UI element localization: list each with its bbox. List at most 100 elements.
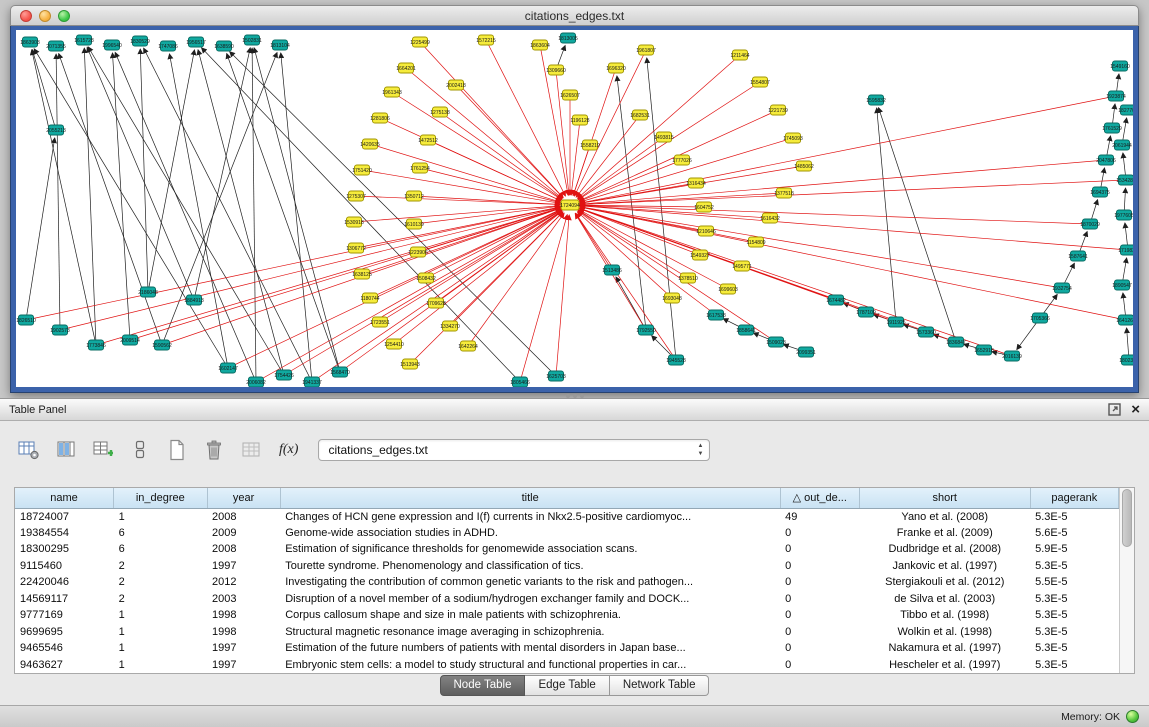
graph-node[interactable]: 1805466 [510, 377, 530, 387]
graph-node[interactable]: 1792550 [636, 325, 656, 335]
graph-node[interactable]: 1196128 [570, 115, 589, 125]
function-builder-icon[interactable]: f(x) [279, 442, 298, 458]
graph-node[interactable]: 1863604 [530, 40, 550, 50]
graph-node[interactable]: 1813005 [558, 33, 578, 43]
graph-node[interactable]: 1827703 [1118, 105, 1133, 115]
graph-edge[interactable] [556, 215, 569, 376]
graph-edge[interactable] [140, 49, 148, 292]
graph-edge[interactable] [580, 96, 1116, 203]
table-selector-dropdown[interactable]: citations_edges.txt ▲▼ [318, 439, 710, 461]
graph-node[interactable]: 1945528 [666, 355, 686, 365]
graph-node[interactable]: 1225499 [410, 37, 430, 47]
graph-node[interactable]: 1275307 [346, 191, 366, 201]
graph-edge[interactable] [130, 208, 560, 340]
graph-edge[interactable] [112, 53, 130, 340]
graph-node[interactable]: 1719832 [1118, 245, 1133, 255]
graph-node[interactable]: 1923874 [1106, 91, 1126, 101]
table-row[interactable]: 977716911998Corpus callosum shape and si… [15, 607, 1119, 624]
graph-edge[interactable] [580, 138, 793, 202]
graph-edge[interactable] [202, 48, 520, 382]
graph-edge[interactable] [580, 207, 1062, 288]
graph-edge[interactable] [256, 210, 561, 382]
memory-status-icon[interactable] [1126, 710, 1139, 723]
graph-node[interactable]: 1694375 [1090, 187, 1110, 197]
graph-node[interactable]: 1306772 [346, 243, 366, 253]
network-canvas[interactable]: 1724094122549916642011961343128180614206… [16, 30, 1133, 387]
graph-node[interactable]: 1350712 [404, 191, 424, 201]
column-header-year[interactable]: year [207, 488, 280, 508]
graph-edge[interactable] [576, 213, 676, 360]
graph-node[interactable]: 1761529 [1102, 123, 1122, 133]
graph-node[interactable]: 1641260 [1116, 315, 1133, 325]
scrollbar-thumb[interactable] [1122, 489, 1132, 547]
graph-node[interactable]: 1996540 [102, 40, 122, 50]
graph-node[interactable]: 1602147 [218, 363, 238, 373]
graph-node[interactable]: 1890547 [1112, 280, 1132, 290]
graph-node[interactable]: 1558219 [580, 140, 600, 150]
zoom-window-icon[interactable] [58, 10, 70, 22]
graph-node[interactable]: 1420635 [360, 139, 380, 149]
table-row[interactable]: 1872400712008Changes of HCN gene express… [15, 508, 1119, 525]
graph-node[interactable]: 1773846 [86, 340, 106, 350]
graph-edge[interactable] [34, 49, 228, 368]
graph-node[interactable]: 1549160 [1110, 61, 1130, 71]
graph-node[interactable]: 1549327 [690, 250, 710, 260]
graph-node[interactable]: 2016139 [1002, 351, 1022, 361]
column-header-short[interactable]: short [859, 488, 1030, 508]
graph-node[interactable]: 1777026 [672, 155, 692, 165]
add-rows-icon[interactable] [90, 438, 116, 462]
tab-edge-table[interactable]: Edge Table [525, 675, 609, 696]
graph-edge[interactable] [580, 180, 1126, 205]
graph-edge[interactable] [428, 140, 561, 201]
graph-edge[interactable] [356, 196, 560, 205]
graph-node[interactable]: 1493815 [654, 132, 674, 142]
graph-node[interactable]: 1830529 [130, 36, 150, 46]
graph-edge[interactable] [88, 47, 284, 375]
column-header-pagerank[interactable]: pagerank [1030, 488, 1118, 508]
graph-node[interactable]: 1863903 [20, 37, 40, 47]
graph-node[interactable]: 1309660 [546, 65, 566, 75]
graph-edge[interactable] [420, 42, 563, 198]
graph-edge[interactable] [556, 70, 569, 195]
table-row[interactable]: 1456911722003Disruption of a novel membe… [15, 591, 1119, 608]
show-columns-icon[interactable] [53, 438, 79, 462]
graph-node[interactable]: 1836847 [946, 337, 966, 347]
table-row[interactable]: 946554611997Estimation of the future num… [15, 640, 1119, 657]
graph-edge[interactable] [571, 120, 580, 195]
graph-edge[interactable] [252, 48, 256, 382]
graph-edge[interactable] [879, 108, 956, 342]
graph-node[interactable]: 1693048 [662, 293, 682, 303]
graph-node[interactable]: 1745093 [783, 133, 803, 143]
graph-node[interactable]: 1705366 [1030, 313, 1050, 323]
column-settings-icon[interactable] [16, 438, 42, 462]
table-row[interactable]: 1938455462009Genome-wide association stu… [15, 525, 1119, 542]
graph-node[interactable]: 2186048 [138, 287, 158, 297]
new-table-icon[interactable] [164, 438, 190, 462]
graph-edge[interactable] [144, 48, 312, 382]
graph-edge[interactable] [281, 53, 312, 382]
graph-node[interactable]: 1211464 [730, 50, 749, 60]
graph-edge[interactable] [26, 207, 560, 320]
graph-node[interactable]: 1652918 [974, 345, 994, 355]
graph-node[interactable]: 1956517 [186, 37, 206, 47]
graph-edge[interactable] [312, 211, 562, 382]
graph-node[interactable]: 1590562 [152, 340, 172, 350]
graph-node[interactable]: 1911925 [886, 317, 905, 327]
graph-edge[interactable] [578, 211, 776, 342]
graph-node[interactable]: 2071355 [46, 41, 66, 51]
graph-node[interactable]: 1858641 [736, 325, 756, 335]
minimize-window-icon[interactable] [39, 10, 51, 22]
column-header-out-de-[interactable]: △ out_de... [780, 488, 859, 508]
table-row[interactable]: 969969511998Structural magnetic resonanc… [15, 624, 1119, 641]
graph-node[interactable]: 1977605 [1114, 210, 1133, 220]
graph-node[interactable]: 1941337 [302, 377, 322, 387]
graph-edge[interactable] [340, 211, 562, 372]
graph-edge[interactable] [87, 47, 194, 300]
graph-edge[interactable] [32, 50, 56, 130]
graph-edge[interactable] [392, 92, 562, 200]
graph-node[interactable]: 1587641 [1068, 251, 1088, 261]
graph-edge[interactable] [575, 213, 612, 270]
graph-node[interactable]: 1709628 [426, 298, 446, 308]
graph-node[interactable]: 1568470 [330, 367, 350, 377]
graph-node[interactable]: 1316434 [686, 178, 706, 188]
